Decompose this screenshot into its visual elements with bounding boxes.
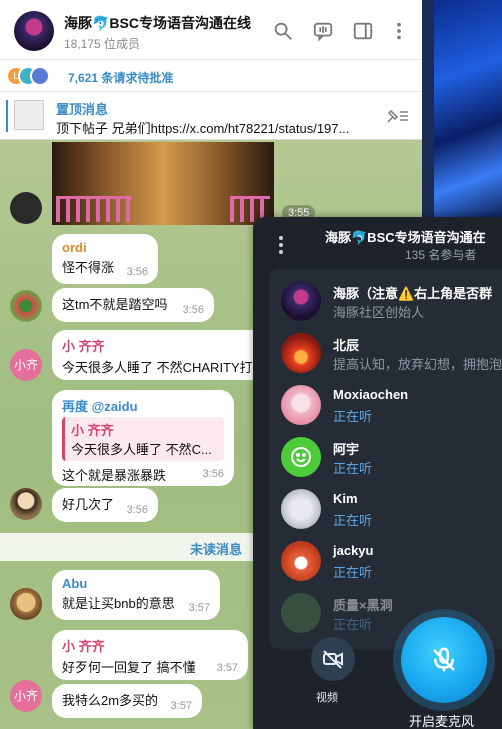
- message-bubble[interactable]: Abu 就是让买bnb的意思 3:57: [52, 570, 220, 620]
- participant-count: 135 名参与者: [405, 248, 477, 262]
- sidebar-toggle-icon[interactable]: [352, 20, 374, 42]
- participant-name: jackyu: [333, 543, 374, 558]
- user-avatar[interactable]: 小齐: [10, 680, 42, 712]
- video-button-label: 视频: [316, 692, 338, 704]
- message-text: 这个就是暴涨暴跌: [62, 468, 167, 483]
- participant-avatar: [281, 281, 321, 321]
- message-text: 今天很多人睡了 不然CHARITY打: [62, 360, 252, 375]
- window-edge: [422, 0, 434, 220]
- pinned-indicator: [6, 100, 8, 132]
- participant-name: 北辰: [333, 338, 360, 353]
- participant-avatar: [281, 437, 321, 477]
- requests-count[interactable]: 7,621 条请求待批准: [68, 69, 173, 86]
- sender-name[interactable]: 再度 @zaidu: [62, 396, 224, 415]
- voice-chat-panel: 海豚🐬BSC专场语音沟通在 135 名参与者 海豚（注意⚠️右上角是否群 海豚社…: [253, 217, 502, 729]
- message-bubble[interactable]: 我特么2m多买的 3:57: [52, 684, 202, 718]
- message-time: 3:57: [216, 662, 238, 674]
- reply-quote[interactable]: 小 齐齐 今天很多人睡了 不然C...: [62, 417, 224, 461]
- participant-status: 海豚社区创始人: [333, 305, 425, 320]
- user-avatar[interactable]: [10, 588, 42, 620]
- media-message[interactable]: [52, 142, 274, 225]
- voice-chat-icon[interactable]: [312, 20, 334, 42]
- message-time: 3:56: [126, 504, 148, 516]
- desktop-background: [422, 0, 502, 220]
- message-bubble[interactable]: 小 齐齐 今天很多人睡了 不然CHARITY打: [52, 330, 262, 380]
- participant-avatar: [281, 385, 321, 425]
- pin-list-icon[interactable]: [384, 106, 410, 126]
- sender-name[interactable]: 小 齐齐: [62, 336, 252, 355]
- video-button[interactable]: [311, 637, 355, 681]
- search-icon[interactable]: [272, 20, 294, 42]
- voice-chat-menu-icon[interactable]: [277, 235, 285, 255]
- microphone-button[interactable]: [401, 617, 487, 703]
- participant-status: 正在听: [333, 617, 373, 632]
- participant-name: 阿宇: [333, 442, 360, 457]
- participant-status: 提高认知，放弃幻想，拥抱泡: [333, 357, 502, 372]
- sender-name[interactable]: 小 齐齐: [62, 636, 238, 655]
- participant-name: Kim: [333, 491, 358, 506]
- message-time: 3:57: [170, 700, 192, 712]
- message-bubble[interactable]: 再度 @zaidu 小 齐齐 今天很多人睡了 不然C... 这个就是暴涨暴跌 3…: [52, 390, 234, 486]
- participant-row[interactable]: Moxiaochen 正在听: [281, 379, 502, 431]
- message-time: 3:56: [182, 304, 204, 316]
- microphone-button-label: 开启麦克风: [409, 714, 475, 729]
- participant-row[interactable]: jackyu 正在听: [281, 535, 502, 587]
- participant-avatar: [281, 489, 321, 529]
- message-time: 3:56: [126, 266, 148, 278]
- pinned-label: 置顶消息: [56, 102, 109, 117]
- message-text: 好歹何一回复了 搞不懂: [62, 660, 196, 675]
- message-bubble[interactable]: 这tm不就是踏空吗 3:56: [52, 288, 214, 322]
- more-menu-icon[interactable]: [388, 20, 410, 42]
- request-avatar: [30, 66, 50, 86]
- participant-avatar: [281, 333, 321, 373]
- participant-row[interactable]: 海豚（注意⚠️右上角是否群 海豚社区创始人: [281, 275, 502, 327]
- group-avatar[interactable]: [14, 11, 54, 51]
- pinned-thumbnail: [14, 100, 44, 130]
- participant-avatar: [281, 593, 321, 633]
- user-avatar[interactable]: [10, 192, 42, 224]
- message-time: 3:57: [188, 602, 210, 614]
- unread-label: 未读消息: [189, 542, 242, 557]
- participant-status: 正在听: [333, 513, 373, 528]
- pinned-message-bar[interactable]: 置顶消息 顶下帖子 兄弟们https://x.com/ht78221/statu…: [0, 92, 422, 140]
- user-avatar[interactable]: [10, 488, 42, 520]
- sender-name[interactable]: Abu: [62, 576, 210, 591]
- participant-status: 正在听: [333, 409, 373, 424]
- participant-list: 海豚（注意⚠️右上角是否群 海豚社区创始人 北辰 提高认知，放弃幻想，拥抱泡 M…: [269, 269, 502, 649]
- group-title[interactable]: 海豚🐬BSC专场语音沟通在线: [64, 13, 251, 33]
- participant-row[interactable]: Kim 正在听: [281, 483, 502, 535]
- message-bubble[interactable]: ordi 怪不得涨 3:56: [52, 234, 158, 284]
- media-decoration: [56, 196, 132, 222]
- participant-status: 正在听: [333, 565, 373, 580]
- message-bubble[interactable]: 小 齐齐 好歹何一回复了 搞不懂 3:57: [52, 630, 248, 680]
- sender-name[interactable]: ordi: [62, 240, 148, 255]
- user-avatar[interactable]: [10, 290, 42, 322]
- pinned-text[interactable]: 顶下帖子 兄弟们https://x.com/ht78221/status/197…: [56, 118, 366, 137]
- participant-avatar: [281, 541, 321, 581]
- participant-status: 正在听: [333, 461, 373, 476]
- user-avatar[interactable]: 小齐: [10, 349, 42, 381]
- quote-text: 今天很多人睡了 不然C...: [71, 442, 212, 457]
- member-count: 18,175 位成员: [64, 37, 141, 51]
- join-requests-bar[interactable]: L 7,621 条请求待批准: [0, 60, 422, 92]
- chat-header: 海豚🐬BSC专场语音沟通在线 18,175 位成员: [0, 0, 422, 60]
- message-bubble[interactable]: 好几次了 3:56: [52, 488, 158, 522]
- participant-row[interactable]: 阿宇 正在听: [281, 431, 502, 483]
- participant-name: 海豚（注意⚠️右上角是否群: [333, 286, 493, 301]
- message-time: 3:56: [202, 468, 224, 480]
- participant-name: 质量×黑洞: [333, 598, 393, 613]
- quote-sender: 小 齐齐: [71, 423, 114, 438]
- voice-chat-title: 海豚🐬BSC专场语音沟通在: [325, 230, 486, 245]
- participant-name: Moxiaochen: [333, 387, 409, 402]
- participant-row[interactable]: 北辰 提高认知，放弃幻想，拥抱泡: [281, 327, 502, 379]
